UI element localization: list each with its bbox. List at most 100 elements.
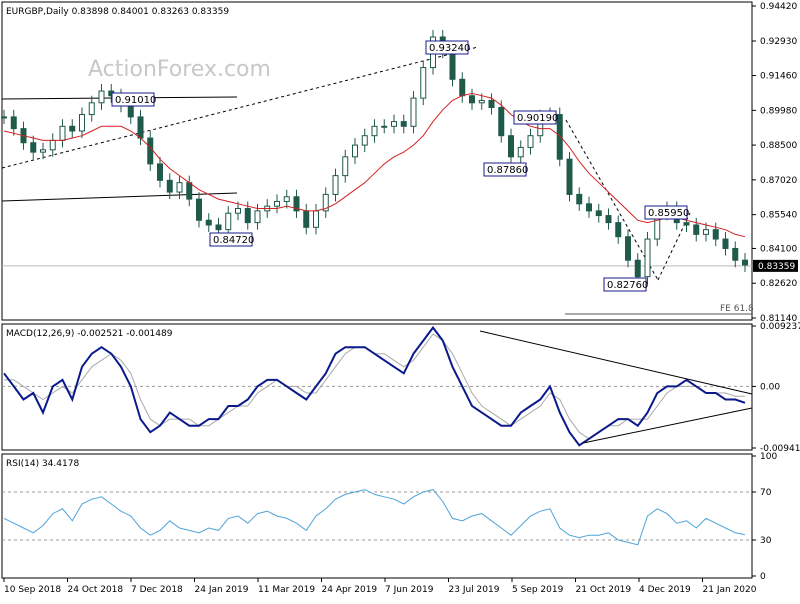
price-bar-body: [79, 114, 85, 132]
y-axis-labels: 0.94420 0.92930 0.91460 0.89980 0.88500 0.870…: [752, 2, 800, 582]
price-annotation-label: 0.91010: [115, 95, 156, 106]
price-bar-body: [196, 198, 202, 221]
moving-average-line: [3, 92, 746, 238]
price-bar-body: [244, 208, 251, 224]
price-bar-body: [147, 137, 154, 165]
price-bar-body: [703, 229, 709, 235]
price-annotation-label: 0.90190: [517, 113, 558, 124]
price-bar-body: [683, 222, 690, 226]
price-bar-body: [59, 125, 66, 141]
price-bar-body: [303, 210, 310, 228]
x-tick-label: 4 Dec 2019: [639, 585, 691, 595]
price-bar-body: [1, 116, 7, 119]
chart-window: ActionForex.com EURGBP,Daily 0.83898 0.8…: [0, 0, 800, 600]
price-bar-body: [176, 182, 183, 193]
y-tick-label: 0.009237: [760, 322, 800, 332]
price-bar-body: [235, 208, 241, 214]
y-tick-label: 30: [760, 536, 772, 546]
x-tick-label: 11 Mar 2019: [258, 585, 315, 595]
price-annotation-label: 0.84720: [213, 235, 254, 246]
price-bar-body: [49, 139, 56, 151]
price-bar-body: [742, 259, 748, 266]
price-bar-body: [712, 229, 719, 240]
price-bar-body: [274, 200, 280, 207]
price-bar-body: [332, 175, 339, 195]
price-bar-body: [391, 121, 397, 127]
price-bar-body: [342, 156, 349, 177]
y-tick-label: 70: [760, 488, 772, 498]
price-bar-body: [478, 99, 485, 104]
price-bar-body: [410, 97, 417, 127]
price-bar-body: [371, 125, 378, 137]
price-annotation-label: 0.82760: [607, 280, 648, 291]
macd-panel-title: MACD(12,26,9) -0.002521 -0.001489: [6, 329, 173, 339]
price-bar-body: [595, 210, 602, 217]
price-bar-body: [566, 158, 573, 195]
chart-canvas: ActionForex.com EURGBP,Daily 0.83898 0.8…: [1, 1, 800, 595]
price-bar-body: [644, 238, 651, 278]
rsi-panel-title: RSI(14) 34.4178: [6, 459, 79, 469]
x-axis-labels: 10 Sep 2018 24 Oct 2018 7 Dec 2018 24 Jan 2…: [3, 578, 757, 595]
price-bar-body: [157, 163, 163, 181]
price-bar-body: [449, 50, 456, 80]
rsi-panel-frame: [1, 453, 753, 579]
x-tick-label: 23 Jul 2019: [449, 585, 500, 595]
price-bar-body: [30, 142, 37, 153]
x-tick-label: 10 Sep 2018: [4, 585, 61, 595]
price-bar-body: [69, 125, 76, 132]
y-tick-label: 0.00: [760, 382, 780, 392]
price-bar-body: [400, 121, 407, 127]
price-bar-body: [215, 224, 222, 231]
y-tick-label: 0.82620: [760, 279, 797, 289]
price-bar-body: [40, 149, 46, 153]
watermark-text: ActionForex.com: [88, 57, 271, 82]
price-bar-body: [615, 222, 622, 238]
y-tick-label: 0: [760, 572, 766, 582]
price-bar-body: [254, 210, 261, 224]
price-panel-title: EURGBP,Daily 0.83898 0.84001 0.83263 0.8…: [6, 7, 229, 17]
y-tick-label: 0.88500: [760, 141, 797, 151]
price-bar-body: [732, 247, 739, 261]
price-annotation-label: 0.93240: [429, 43, 470, 54]
price-bar-body: [205, 219, 212, 226]
x-tick-label: 24 Apr 2019: [322, 585, 378, 595]
price-bar-body: [488, 99, 495, 108]
price-bar-body: [517, 146, 524, 158]
price-bar-body: [88, 102, 95, 116]
price-bar-body: [459, 78, 466, 97]
x-tick-label: 7 Jun 2019: [385, 585, 434, 595]
price-bar-body: [605, 215, 612, 224]
price-bar-body: [420, 67, 427, 99]
y-tick-label: 0.94420: [760, 2, 797, 12]
y-tick-label: 100: [760, 452, 777, 462]
y-tick-label: 0.87020: [760, 176, 797, 186]
price-bar-body: [625, 236, 631, 261]
price-bar-body: [498, 106, 505, 137]
x-tick-label: 24 Oct 2018: [68, 585, 124, 595]
x-tick-label: 21 Oct 2019: [576, 585, 632, 595]
rsi-line: [3, 489, 746, 546]
y-tick-label: 0.85540: [760, 211, 797, 221]
price-bar-body: [361, 135, 368, 146]
price-bar-body: [527, 135, 534, 148]
fe-annotation-label: FE 61.8: [720, 304, 754, 314]
price-bar-body: [166, 179, 173, 193]
price-bar-body: [352, 144, 358, 158]
price-bar-body: [225, 212, 232, 231]
y-tick-label: 0.84100: [760, 244, 797, 254]
price-bar-body: [576, 193, 583, 205]
price-annotation-label: 0.87860: [487, 165, 528, 176]
price-bar-body: [127, 104, 134, 118]
price-bar-body: [186, 182, 193, 200]
rsi-series: [2, 489, 752, 546]
x-tick-label: 7 Dec 2018: [131, 585, 183, 595]
price-bar-body: [634, 259, 641, 278]
price-bar-body: [10, 116, 17, 130]
y-tick-label: 0.92930: [760, 37, 797, 47]
price-bar-body: [586, 203, 592, 212]
last-price-label: 0.83359: [758, 262, 795, 272]
price-bar-body: [98, 90, 105, 104]
price-bar-body: [722, 238, 729, 249]
price-annotation-label: 0.85950: [648, 208, 689, 219]
macd-series: [2, 325, 753, 447]
